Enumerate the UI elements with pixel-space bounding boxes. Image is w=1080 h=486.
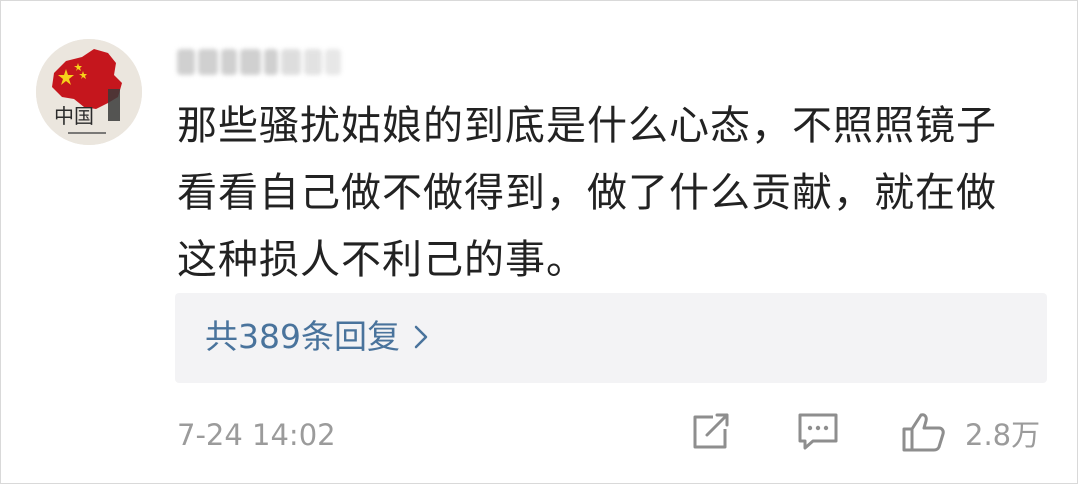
comment-timestamp: 7-24 14:02 [177, 418, 336, 452]
comment-card: 中国 那些骚扰姑娘的到底是什么心态，不照照镜子 看看自己做不做得到，做了什么贡献… [0, 0, 1078, 484]
comment-line: 这种损人不利己的事。 [177, 237, 587, 283]
username-blurred[interactable] [177, 45, 341, 79]
thumbs-up-icon [902, 413, 945, 452]
comment-line: 那些骚扰姑娘的到底是什么心态，不照照镜子 [177, 103, 997, 149]
comment-icon [798, 413, 838, 450]
chevron-right-icon [414, 325, 428, 349]
like-count: 2.8万 [965, 418, 1041, 452]
replies-panel[interactable]: 共389条回复 [175, 293, 1047, 383]
share-icon [693, 413, 729, 449]
like-button[interactable] [901, 411, 947, 453]
reply-button[interactable] [797, 411, 839, 451]
comment-line: 看看自己做不做得到，做了什么贡献，就在做 [177, 170, 997, 216]
reply-summary: 共389条回复 [205, 317, 400, 356]
comment-text: 那些骚扰姑娘的到底是什么心态，不照照镜子 看看自己做不做得到，做了什么贡献，就在… [177, 93, 1027, 294]
avatar[interactable]: 中国 [36, 39, 142, 145]
view-replies-link[interactable]: 共389条回复 [205, 315, 428, 359]
avatar-text: 中国 [54, 104, 94, 128]
share-button[interactable] [691, 411, 731, 451]
